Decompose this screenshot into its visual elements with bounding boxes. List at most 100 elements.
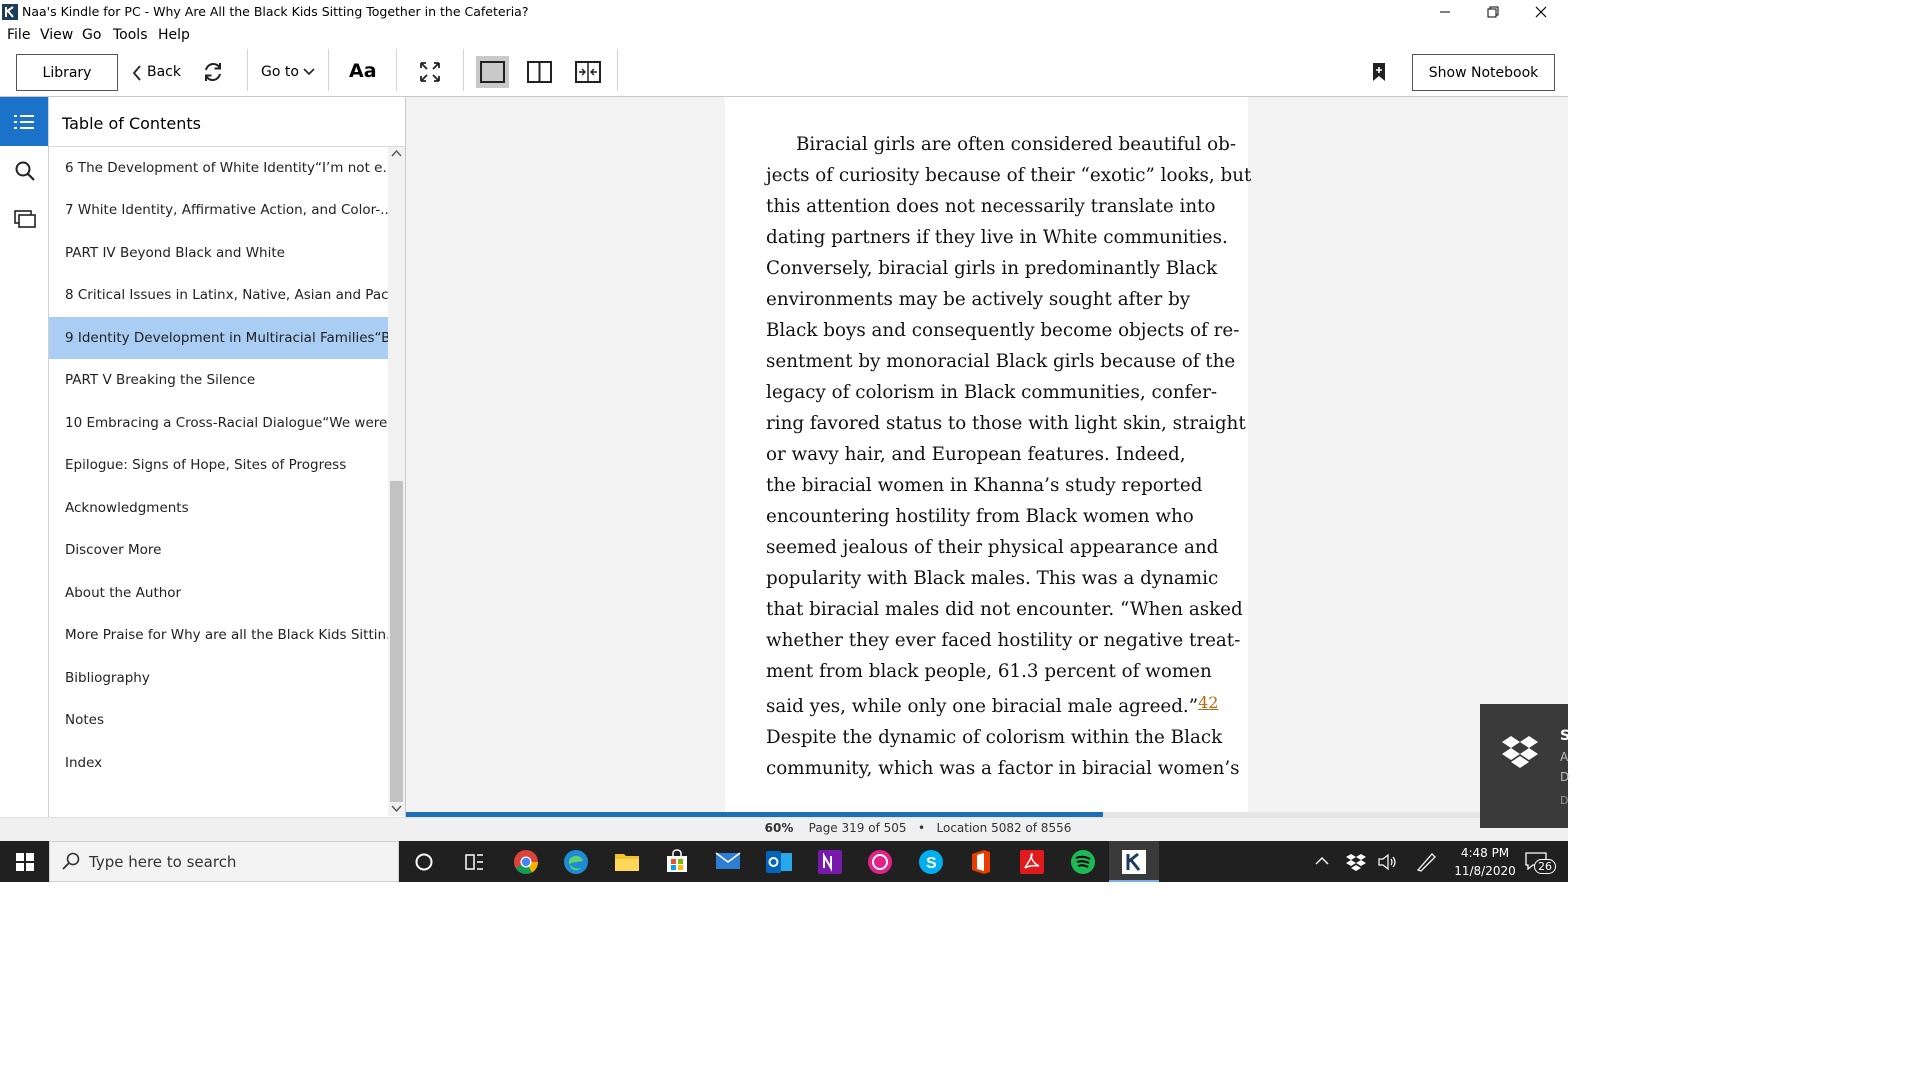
toc-item[interactable]: Discover More — [49, 529, 388, 571]
kindle-app-icon — [2, 4, 18, 20]
clock-date: 11/8/2020 — [1454, 864, 1516, 878]
office-icon[interactable] — [969, 849, 993, 875]
store-icon[interactable] — [665, 849, 689, 873]
single-column-view-button[interactable] — [476, 56, 509, 88]
menu-tools[interactable]: Tools — [113, 27, 148, 43]
svg-text:S: S — [926, 855, 937, 872]
chrome-icon[interactable] — [513, 849, 539, 875]
side-nav-strip — [0, 97, 49, 817]
search-icon[interactable] — [14, 160, 36, 182]
toc-item[interactable]: Index — [49, 742, 388, 784]
edge-icon[interactable] — [563, 849, 589, 875]
library-button[interactable]: Library — [16, 54, 118, 91]
menu-help[interactable]: Help — [158, 27, 190, 43]
page-flip-view-icon[interactable] — [575, 61, 601, 83]
toc-item[interactable]: About the Author — [49, 572, 388, 614]
volume-icon[interactable] — [1378, 853, 1398, 871]
text-line: the biracial women in Khanna’s study rep… — [766, 475, 1203, 496]
toc-item-selected[interactable]: 9 Identity Development in Multiracial Fa… — [49, 317, 388, 359]
skype-icon[interactable]: S — [918, 849, 944, 875]
fullscreen-icon[interactable] — [419, 61, 441, 83]
status-text: 60% Page 319 of 505 • Location 5082 of 8… — [0, 821, 1568, 835]
toc-item[interactable]: 6 The Development of White Identity“I’m … — [49, 147, 388, 189]
back-button[interactable]: Back — [130, 62, 181, 84]
text-line: Black boys and consequently become objec… — [766, 320, 1240, 341]
text-line: whether they ever faced hostility or neg… — [766, 630, 1241, 651]
minimize-button[interactable] — [1421, 0, 1469, 24]
menu-go[interactable]: Go — [82, 27, 101, 43]
onenote-icon[interactable] — [817, 849, 843, 875]
text-line: that biracial males did not encounter. “… — [766, 599, 1243, 620]
two-column-view-icon[interactable] — [527, 61, 552, 83]
toc-item[interactable]: 7 White Identity, Affirmative Action, an… — [49, 189, 388, 231]
toc-item[interactable]: Notes — [49, 699, 388, 741]
outlook-icon[interactable] — [765, 849, 793, 875]
restore-icon — [1487, 6, 1499, 18]
font-settings-button[interactable]: Aa — [349, 60, 377, 82]
menu-file[interactable]: File — [7, 27, 30, 43]
search-icon — [62, 852, 80, 870]
sync-icon[interactable] — [202, 61, 224, 83]
status-page: Page 319 of 505 — [808, 821, 907, 835]
add-bookmark-icon[interactable] — [1372, 62, 1386, 82]
dropbox-notification[interactable]: S A D D — [1480, 704, 1571, 828]
text-line: Conversely, biracial girls in predominan… — [766, 258, 1218, 279]
toolbar-separator — [617, 49, 618, 91]
toc-item[interactable]: PART V Breaking the Silence — [49, 359, 388, 401]
text-line: environments may be actively sought afte… — [766, 289, 1191, 310]
pen-workspace-icon[interactable] — [1415, 851, 1437, 873]
footnote-link[interactable]: 42 — [1198, 693, 1218, 712]
goto-dropdown[interactable]: Go to — [258, 62, 318, 84]
dropbox-icon — [1502, 736, 1538, 768]
toc-scrollbar-thumb[interactable] — [390, 481, 403, 802]
dropbox-tray-icon[interactable] — [1346, 853, 1366, 871]
task-view-icon[interactable] — [464, 852, 484, 872]
start-button[interactable] — [0, 841, 49, 882]
whatsapp-icon[interactable] — [867, 849, 893, 875]
menu-view[interactable]: View — [40, 27, 73, 43]
spotify-icon[interactable] — [1070, 849, 1096, 875]
show-hidden-icons-chevron-icon[interactable] — [1315, 856, 1329, 866]
toc-item[interactable]: More Praise for Why are all the Black Ki… — [49, 614, 388, 656]
toc-item[interactable]: PART IV Beyond Black and White — [49, 232, 388, 274]
toc-item[interactable]: Bibliography — [49, 657, 388, 699]
scroll-up-arrow-icon[interactable] — [391, 149, 402, 159]
show-notebook-button[interactable]: Show Notebook — [1412, 54, 1555, 91]
kindle-taskbar-button[interactable] — [1109, 841, 1159, 882]
single-page-icon — [480, 61, 505, 83]
text-line: or wavy hair, and European features. Ind… — [766, 444, 1186, 465]
dropbox-popup-letter: S — [1560, 728, 1571, 744]
toc-item[interactable]: 10 Embracing a Cross-Racial Dialogue“We … — [49, 402, 388, 444]
dropbox-popup-letter: A — [1560, 750, 1569, 764]
toolbar-separator — [247, 49, 248, 91]
acrobat-icon[interactable] — [1019, 849, 1045, 875]
taskbar-clock[interactable]: 4:48 PM 11/8/2020 — [1440, 844, 1530, 880]
toc-item[interactable]: 8 Critical Issues in Latinx, Native, Asi… — [49, 274, 388, 316]
action-center-button[interactable]: 26 — [1525, 850, 1556, 874]
text-line: this attention does not necessarily tran… — [766, 196, 1216, 217]
scroll-down-arrow-icon[interactable] — [391, 803, 402, 813]
chevron-down-icon — [303, 68, 315, 76]
text-line: community, which was a factor in biracia… — [766, 758, 1240, 779]
show-notebook-label: Show Notebook — [1428, 64, 1539, 81]
file-explorer-icon[interactable] — [614, 850, 640, 872]
toc-item[interactable]: Epilogue: Signs of Hope, Sites of Progre… — [49, 444, 388, 486]
cortana-icon[interactable] — [414, 852, 434, 872]
mail-icon[interactable] — [715, 852, 741, 870]
toc-tab-button[interactable] — [0, 97, 48, 146]
text-line: dating partners if they live in White co… — [766, 227, 1228, 248]
close-button[interactable] — [1517, 0, 1565, 24]
close-icon — [1535, 6, 1547, 18]
restore-button[interactable] — [1469, 0, 1517, 24]
clock-time: 4:48 PM — [1460, 846, 1510, 860]
minimize-icon — [1440, 11, 1450, 13]
toc-item[interactable]: Acknowledgments — [49, 487, 388, 529]
text-line: jects of curiosity because of their “exo… — [766, 165, 1252, 186]
text-line: Biracial girls are often considered beau… — [796, 134, 1236, 155]
toolbar-separator — [463, 49, 464, 91]
goto-label: Go to — [261, 64, 299, 80]
page-text: Biracial girls are often considered beau… — [766, 129, 1252, 784]
text-line: ment from black people, 61.3 percent of … — [766, 661, 1212, 682]
flashcards-icon[interactable] — [14, 210, 36, 230]
kindle-icon — [1122, 850, 1146, 874]
